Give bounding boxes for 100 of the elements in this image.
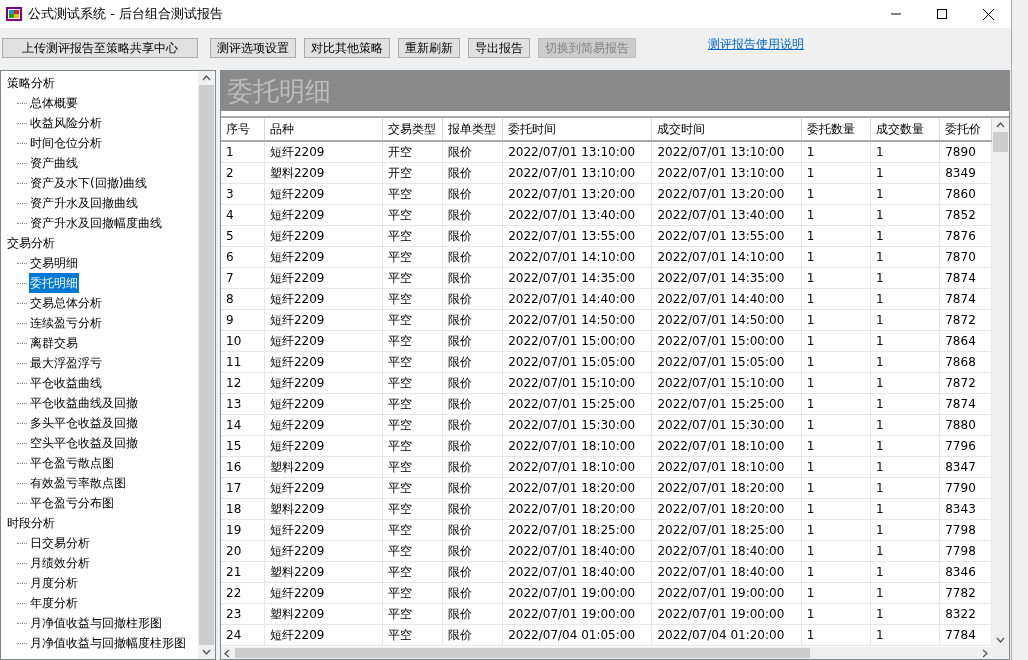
close-icon[interactable] xyxy=(982,8,994,20)
table-cell: 限价 xyxy=(442,540,503,562)
table-cell: 平空 xyxy=(382,414,443,436)
tree-item[interactable]: 月绩效分析 xyxy=(29,553,91,573)
table-cell: 7872 xyxy=(939,309,992,331)
table-cell: 平空 xyxy=(382,561,443,583)
column-header[interactable]: 报单类型 xyxy=(442,118,503,141)
table-cell: 1 xyxy=(801,330,871,352)
column-header[interactable]: 成交数量 xyxy=(870,118,940,141)
tree-item[interactable]: 连续盈亏分析 xyxy=(29,313,103,333)
tree-item[interactable]: 日交易分析 xyxy=(29,533,91,553)
tree-item[interactable]: 交易总体分析 xyxy=(29,293,103,313)
help-link[interactable]: 测评报告使用说明 xyxy=(708,35,804,53)
table-cell: 限价 xyxy=(442,204,503,226)
table-cell: 8 xyxy=(221,288,265,310)
table-cell: 塑料2209 xyxy=(264,456,383,478)
table-cell: 18 xyxy=(221,498,265,520)
table-cell: 7790 xyxy=(939,477,992,499)
tree-item[interactable]: 平仓盈亏散点图 xyxy=(29,453,115,473)
table-cell: 1 xyxy=(801,561,871,583)
tree-item[interactable]: 收益风险分析 xyxy=(29,113,103,133)
table-cell: 1 xyxy=(801,288,871,310)
tree-item[interactable]: 交易明细 xyxy=(29,253,79,273)
scrollbar-thumb[interactable] xyxy=(199,85,214,645)
table-cell: 7860 xyxy=(939,183,992,205)
table-cell: 6 xyxy=(221,246,265,268)
table-cell: 2022/07/01 18:40:00 xyxy=(502,561,652,583)
table-cell: 1 xyxy=(870,204,940,226)
table-cell: 8349 xyxy=(939,162,992,184)
scrollbar-thumb[interactable] xyxy=(993,132,1008,152)
table-cell: 限价 xyxy=(442,309,503,331)
tree-item[interactable]: 资产升水及回撤幅度曲线 xyxy=(29,213,163,233)
column-header[interactable]: 序号 xyxy=(221,118,265,141)
maximize-icon[interactable] xyxy=(937,9,947,19)
tree-group[interactable]: 交易分析 xyxy=(7,233,198,253)
table-cell: 7876 xyxy=(939,225,992,247)
toolbar-button[interactable]: 导出报告 xyxy=(468,38,530,58)
table-cell: 短纤2209 xyxy=(264,582,383,604)
table-cell: 1 xyxy=(801,498,871,520)
column-header[interactable]: 品种 xyxy=(264,118,383,141)
table-cell: 1 xyxy=(870,603,940,625)
table-cell: 1 xyxy=(870,351,940,373)
table-cell: 2022/07/01 15:05:00 xyxy=(502,351,652,373)
table-cell: 2022/07/01 13:55:00 xyxy=(502,225,652,247)
scrollbar-thumb[interactable] xyxy=(235,648,810,658)
table-cell: 7796 xyxy=(939,435,992,457)
table-cell: 2022/07/01 14:10:00 xyxy=(502,246,652,268)
tree-group[interactable]: 时段分析 xyxy=(7,513,198,533)
table-cell: 短纤2209 xyxy=(264,330,383,352)
column-header[interactable]: 交易类型 xyxy=(382,118,443,141)
column-header[interactable]: 委托数量 xyxy=(801,118,871,141)
tree-item[interactable]: 平仓盈亏分布图 xyxy=(29,493,115,513)
table-cell: 2022/07/01 18:10:00 xyxy=(502,435,652,457)
tree-item[interactable]: 有效盈亏率散点图 xyxy=(29,473,127,493)
table-cell: 2022/07/01 13:40:00 xyxy=(502,204,652,226)
table-cell: 2022/07/01 18:25:00 xyxy=(502,519,652,541)
table-cell: 8347 xyxy=(939,456,992,478)
table-cell: 2022/07/01 15:30:00 xyxy=(502,414,652,436)
table-cell: 限价 xyxy=(442,624,503,646)
toolbar-button[interactable]: 对比其他策略 xyxy=(304,38,390,58)
table-cell: 限价 xyxy=(442,477,503,499)
table-cell: 1 xyxy=(801,477,871,499)
table-cell: 1 xyxy=(801,414,871,436)
tree-item[interactable]: 资产升水及回撤曲线 xyxy=(29,193,139,213)
tree-item[interactable]: 最大浮盈浮亏 xyxy=(29,353,103,373)
tree-item[interactable]: 月净值收益与回撤柱形图 xyxy=(29,613,163,633)
table-cell: 2022/07/01 13:10:00 xyxy=(502,162,652,184)
tree-item[interactable]: 总体概要 xyxy=(29,93,79,113)
table-cell: 2022/07/01 14:50:00 xyxy=(502,309,652,331)
table-cell: 13 xyxy=(221,393,265,415)
table-cell: 塑料2209 xyxy=(264,603,383,625)
toolbar-button[interactable]: 测评选项设置 xyxy=(210,38,296,58)
table-cell: 短纤2209 xyxy=(264,246,383,268)
tree-group[interactable]: 策略分析 xyxy=(7,73,198,93)
toolbar-button[interactable]: 重新刷新 xyxy=(398,38,460,58)
table-cell: 短纤2209 xyxy=(264,435,383,457)
table-cell: 2022/07/01 18:20:00 xyxy=(651,477,802,499)
tree-item[interactable]: 平仓收益曲线及回撤 xyxy=(29,393,139,413)
tree-item[interactable]: 年度分析 xyxy=(29,593,79,613)
table-cell: 限价 xyxy=(442,603,503,625)
tree-item[interactable]: 月度分析 xyxy=(29,573,79,593)
tree-item[interactable]: 平仓收益曲线 xyxy=(29,373,103,393)
column-header[interactable]: 成交时间 xyxy=(651,118,802,141)
table-cell: 平空 xyxy=(382,477,443,499)
table-cell: 1 xyxy=(801,603,871,625)
tree-item[interactable]: 离群交易 xyxy=(29,333,79,353)
tree-item[interactable]: 资产及水下(回撤)曲线 xyxy=(29,173,149,193)
table-cell: 1 xyxy=(870,246,940,268)
table-cell: 塑料2209 xyxy=(264,561,383,583)
tree-item[interactable]: 时间仓位分析 xyxy=(29,133,103,153)
toolbar-button[interactable]: 上传测评报告至策略共享中心 xyxy=(2,38,198,58)
column-header[interactable]: 委托时间 xyxy=(502,118,652,141)
tree-item[interactable]: 月净值收益与回撤幅度柱形图 xyxy=(29,633,187,653)
tree-item[interactable]: 委托明细 xyxy=(29,273,79,293)
tree-item[interactable]: 资产曲线 xyxy=(29,153,79,173)
table-cell: 2022/07/01 18:10:00 xyxy=(651,456,802,478)
tree-item[interactable]: 多头平仓收益及回撤 xyxy=(29,413,139,433)
table-cell: 2022/07/01 18:20:00 xyxy=(651,498,802,520)
table-cell: 7782 xyxy=(939,582,992,604)
tree-item[interactable]: 空头平仓收益及回撤 xyxy=(29,433,139,453)
